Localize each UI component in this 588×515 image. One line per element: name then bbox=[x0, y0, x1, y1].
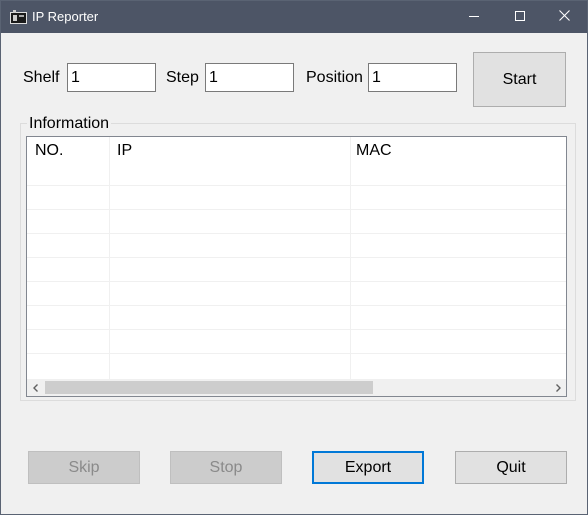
grid-line bbox=[27, 305, 566, 306]
minimize-icon bbox=[469, 8, 479, 26]
position-label: Position bbox=[306, 69, 363, 86]
scroll-left-button[interactable] bbox=[27, 379, 44, 396]
information-group-label: Information bbox=[27, 115, 112, 133]
skip-button[interactable]: Skip bbox=[28, 451, 140, 484]
column-divider bbox=[109, 137, 110, 379]
position-input[interactable] bbox=[368, 63, 457, 92]
horizontal-scrollbar[interactable] bbox=[27, 379, 566, 396]
grid-line bbox=[27, 185, 566, 186]
grid-line bbox=[27, 257, 566, 258]
shelf-label: Shelf bbox=[23, 69, 60, 86]
export-button[interactable]: Export bbox=[312, 451, 424, 484]
grid-line bbox=[27, 281, 566, 282]
start-button[interactable]: Start bbox=[473, 52, 566, 107]
column-header-mac[interactable]: MAC bbox=[350, 137, 566, 161]
window-title: IP Reporter bbox=[32, 9, 99, 24]
quit-button[interactable]: Quit bbox=[455, 451, 567, 484]
column-header-no[interactable]: NO. bbox=[27, 137, 109, 161]
step-label: Step bbox=[166, 69, 199, 86]
grid-line bbox=[27, 329, 566, 330]
close-button[interactable] bbox=[541, 1, 587, 33]
column-divider bbox=[350, 137, 351, 379]
app-icon bbox=[10, 10, 27, 24]
chevron-left-icon bbox=[32, 379, 40, 397]
information-list[interactable]: NO. IP MAC bbox=[26, 136, 567, 397]
grid-line bbox=[27, 233, 566, 234]
maximize-button[interactable] bbox=[497, 1, 543, 33]
scrollbar-thumb[interactable] bbox=[45, 381, 373, 394]
title-bar[interactable]: IP Reporter bbox=[1, 1, 587, 33]
ip-reporter-window: IP Reporter Shelf Step Position Start bbox=[0, 0, 588, 515]
minimize-button[interactable] bbox=[451, 1, 497, 33]
close-icon bbox=[558, 8, 570, 26]
stop-button[interactable]: Stop bbox=[170, 451, 282, 484]
shelf-input[interactable] bbox=[67, 63, 156, 92]
maximize-icon bbox=[515, 8, 525, 26]
column-header-ip[interactable]: IP bbox=[109, 137, 350, 161]
grid-line bbox=[27, 353, 566, 354]
chevron-right-icon bbox=[554, 379, 562, 397]
step-input[interactable] bbox=[205, 63, 294, 92]
scroll-right-button[interactable] bbox=[549, 379, 566, 396]
grid-line bbox=[27, 209, 566, 210]
